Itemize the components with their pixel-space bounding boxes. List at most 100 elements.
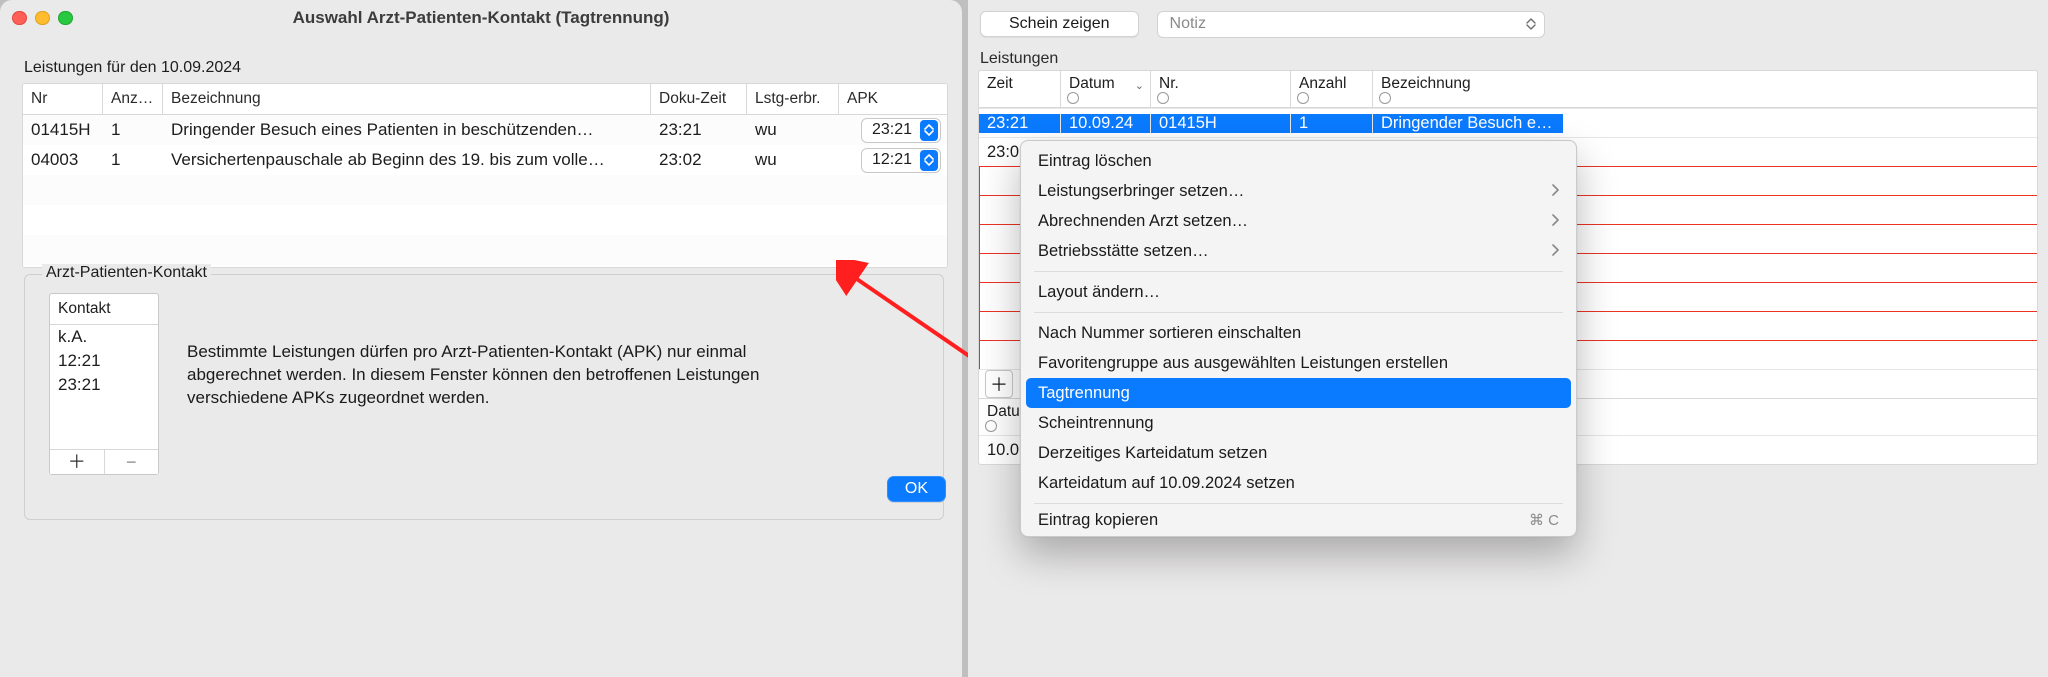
column-radio[interactable] bbox=[1157, 92, 1169, 104]
window-controls bbox=[12, 11, 73, 26]
groupbox-frame: Kontakt k.A. 12:21 23:21 ＋ − Bestimmte L… bbox=[24, 274, 944, 520]
menu-label: Abrechnenden Arzt setzen… bbox=[1038, 212, 1248, 231]
table-row[interactable]: 04003 1 Versichertenpauschale ab Beginn … bbox=[23, 145, 947, 175]
zoom-icon[interactable] bbox=[58, 11, 73, 26]
chevron-right-icon bbox=[1551, 242, 1559, 261]
menu-label: Eintrag löschen bbox=[1038, 152, 1152, 171]
cell-nr: 01415H bbox=[1151, 114, 1291, 133]
shortcut-label: ⌘ C bbox=[1529, 511, 1559, 529]
menu-label: Eintrag kopieren bbox=[1038, 511, 1158, 530]
add-button[interactable]: ＋ bbox=[50, 450, 105, 474]
menu-item-betriebsstaette[interactable]: Betriebsstätte setzen… bbox=[1026, 236, 1571, 266]
menu-separator bbox=[1034, 271, 1563, 272]
menu-label: Leistungserbringer setzen… bbox=[1038, 182, 1244, 201]
menu-label: Nach Nummer sortieren einschalten bbox=[1038, 324, 1301, 343]
cell-datum: 10.09.24 bbox=[1061, 114, 1151, 133]
col-datum[interactable]: Datum ⌄ bbox=[1061, 71, 1151, 107]
cell-anzahl: 1 bbox=[1291, 114, 1373, 133]
cell-nr: 04003 bbox=[23, 150, 103, 170]
right-table-header: Zeit Datum ⌄ Nr. Anzahl Bezeichnung bbox=[979, 71, 2037, 108]
ok-button[interactable]: OK bbox=[887, 476, 946, 502]
chevron-right-icon bbox=[1551, 182, 1559, 201]
table-row[interactable]: 01415H 1 Dringender Besuch eines Patient… bbox=[23, 115, 947, 145]
table-empty-area bbox=[23, 175, 947, 267]
leistungen-label: Leistungen bbox=[968, 44, 2048, 70]
groupbox-title: Arzt-Patienten-Kontakt bbox=[42, 264, 211, 282]
col-erb[interactable]: Lstg-erbr. bbox=[747, 84, 839, 114]
col-doku[interactable]: Doku-Zeit bbox=[651, 84, 747, 114]
menu-item-sort-by-number[interactable]: Nach Nummer sortieren einschalten bbox=[1026, 318, 1571, 348]
apk-groupbox: Arzt-Patienten-Kontakt Kontakt k.A. 12:2… bbox=[24, 264, 944, 520]
notiz-placeholder: Notiz bbox=[1170, 15, 1206, 33]
kontakt-list: Kontakt k.A. 12:21 23:21 ＋ − bbox=[49, 293, 159, 475]
cell-doku: 23:21 bbox=[651, 120, 747, 140]
schein-zeigen-button[interactable]: Schein zeigen bbox=[980, 11, 1139, 37]
remove-button[interactable]: − bbox=[105, 450, 159, 474]
list-item[interactable]: k.A. bbox=[50, 325, 158, 349]
stepper-updown-icon[interactable] bbox=[920, 150, 938, 171]
kontakt-header[interactable]: Kontakt bbox=[50, 294, 158, 325]
col-zeit[interactable]: Zeit bbox=[979, 71, 1061, 107]
col-nr[interactable]: Nr bbox=[23, 84, 103, 114]
stepper-updown-icon[interactable] bbox=[920, 120, 938, 141]
column-radio[interactable] bbox=[1379, 92, 1391, 104]
col-anz[interactable]: Anz… bbox=[103, 84, 163, 114]
menu-item-karteidatum-auf-datum[interactable]: Karteidatum auf 10.09.2024 setzen bbox=[1026, 468, 1571, 498]
column-radio[interactable] bbox=[1067, 92, 1079, 104]
chevron-right-icon bbox=[1551, 212, 1559, 231]
menu-item-leistungserbringer[interactable]: Leistungserbringer setzen… bbox=[1026, 176, 1571, 206]
notiz-select[interactable]: Notiz bbox=[1157, 11, 1545, 38]
menu-label: Derzeitiges Karteidatum setzen bbox=[1038, 444, 1267, 463]
column-radio[interactable] bbox=[1297, 92, 1309, 104]
cell-erb: wu bbox=[747, 150, 839, 170]
context-menu: Eintrag löschen Leistungserbringer setze… bbox=[1020, 140, 1577, 537]
menu-item-eintrag-kopieren[interactable]: Eintrag kopieren ⌘ C bbox=[1026, 509, 1571, 531]
apk-value: 12:21 bbox=[872, 151, 912, 169]
table-header: Nr Anz… Bezeichnung Doku-Zeit Lstg-erbr.… bbox=[23, 84, 947, 115]
right-toolbar: Schein zeigen Notiz bbox=[968, 0, 2048, 44]
cell-anz: 1 bbox=[103, 150, 163, 170]
col-anzahl[interactable]: Anzahl bbox=[1291, 71, 1373, 107]
menu-label: Scheintrennung bbox=[1038, 414, 1154, 433]
cell-bez: Versichertenpauschale ab Beginn des 19. … bbox=[163, 150, 651, 170]
cell-bez: Dringender Besuch eines Patienten in bes… bbox=[163, 120, 651, 140]
menu-item-layout[interactable]: Layout ändern… bbox=[1026, 277, 1571, 307]
sort-indicator-icon: ⌄ bbox=[1135, 79, 1144, 92]
cell-erb: wu bbox=[747, 120, 839, 140]
menu-item-favoritengruppe[interactable]: Favoritengruppe aus ausgewählten Leistun… bbox=[1026, 348, 1571, 378]
menu-separator bbox=[1034, 312, 1563, 313]
table-body: 01415H 1 Dringender Besuch eines Patient… bbox=[23, 115, 947, 267]
close-icon[interactable] bbox=[12, 11, 27, 26]
titlebar bbox=[0, 0, 962, 37]
add-row-button[interactable]: ＋ bbox=[985, 370, 1013, 398]
col-apk[interactable]: APK bbox=[839, 84, 948, 114]
cell-anz: 1 bbox=[103, 120, 163, 140]
chevron-updown-icon bbox=[1522, 14, 1540, 35]
col-nr[interactable]: Nr. bbox=[1151, 71, 1291, 107]
apk-stepper[interactable]: 23:21 bbox=[861, 118, 941, 143]
apk-value: 23:21 bbox=[872, 121, 912, 139]
menu-label: Favoritengruppe aus ausgewählten Leistun… bbox=[1038, 354, 1448, 373]
minimize-icon[interactable] bbox=[35, 11, 50, 26]
menu-label: Layout ändern… bbox=[1038, 283, 1160, 302]
menu-item-tagtrennung[interactable]: Tagtrennung bbox=[1026, 378, 1571, 408]
menu-item-derzeitiges-karteidatum[interactable]: Derzeitiges Karteidatum setzen bbox=[1026, 438, 1571, 468]
services-date-label: Leistungen für den 10.09.2024 bbox=[0, 37, 962, 81]
table-row[interactable]: 23:21 10.09.24 01415H 1 Dringender Besuc… bbox=[979, 108, 2037, 137]
kontakt-buttons: ＋ − bbox=[50, 449, 158, 474]
cell-apk: 23:21 bbox=[839, 118, 948, 143]
apk-stepper[interactable]: 12:21 bbox=[861, 148, 941, 173]
dialog-tagtrennung: Auswahl Arzt-Patienten-Kontakt (Tagtrenn… bbox=[0, 0, 962, 677]
cell-nr: 01415H bbox=[23, 120, 103, 140]
list-item[interactable]: 12:21 bbox=[50, 349, 158, 373]
menu-label: Tagtrennung bbox=[1038, 384, 1130, 403]
menu-item-scheintrennung[interactable]: Scheintrennung bbox=[1026, 408, 1571, 438]
cell-zeit: 23:21 bbox=[979, 114, 1061, 133]
menu-item-abrechnender-arzt[interactable]: Abrechnenden Arzt setzen… bbox=[1026, 206, 1571, 236]
col-bez[interactable]: Bezeichnung bbox=[1373, 71, 1563, 107]
list-item[interactable]: 23:21 bbox=[50, 373, 158, 397]
menu-item-eintrag-loeschen[interactable]: Eintrag löschen bbox=[1026, 146, 1571, 176]
menu-separator bbox=[1034, 503, 1563, 504]
col-bez[interactable]: Bezeichnung bbox=[163, 84, 651, 114]
column-radio[interactable] bbox=[985, 420, 997, 432]
